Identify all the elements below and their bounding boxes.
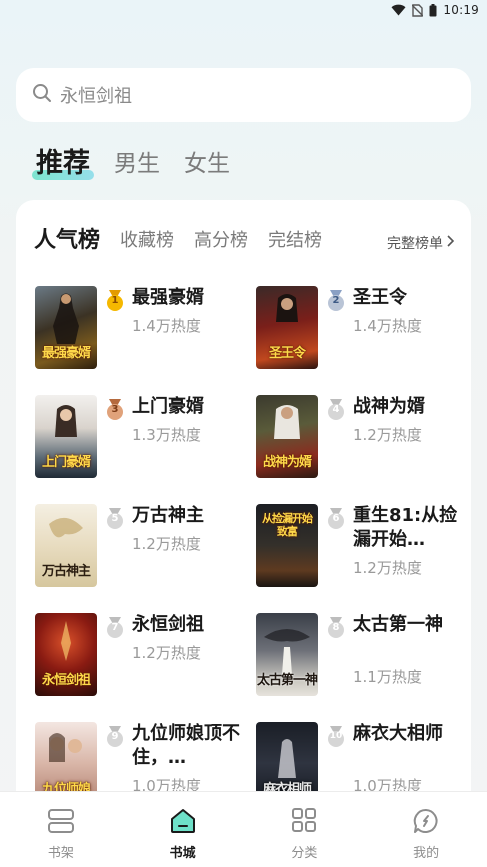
nav-bookstore[interactable]: 书城: [122, 792, 244, 867]
search-placeholder: 永恒剑祖: [60, 86, 132, 107]
rank-badge: 8: [326, 617, 346, 639]
rank-tabs: 人气榜 收藏榜 高分榜 完结榜: [34, 228, 322, 254]
search-icon: [32, 83, 60, 107]
book-cover: 太古第一神: [256, 613, 318, 696]
rank-badge: 7: [105, 617, 125, 639]
rank-badge: 4: [326, 399, 346, 421]
cover-text: 太古第一神: [256, 673, 318, 688]
battery-icon: [429, 3, 437, 17]
rank-badge-gold: 1: [105, 290, 125, 312]
tab-completed[interactable]: 完结榜: [268, 228, 322, 254]
no-sim-icon: [412, 3, 424, 17]
book-item[interactable]: 上门豪婿 3 上门豪婿 1.3万热度: [35, 395, 245, 479]
search-input[interactable]: 永恒剑祖: [16, 68, 471, 122]
rank-number: 9: [111, 731, 119, 742]
cover-text: 上门豪婿: [41, 455, 91, 470]
cover-text: 圣王令: [268, 346, 306, 361]
tab-favorites[interactable]: 收藏榜: [120, 228, 174, 254]
book-cover: 战神为婿: [256, 395, 318, 478]
nav-profile[interactable]: 我的: [365, 792, 487, 867]
bookstore-icon: [169, 808, 197, 838]
book-heat: 1.3万热度: [132, 426, 201, 444]
nav-label: 我的: [413, 846, 440, 861]
book-title: 重生81:从捡漏开始…: [353, 505, 458, 550]
book-title: 太古第一神: [353, 614, 443, 635]
book-title: 战神为婿: [353, 396, 425, 417]
rank-badge: 9: [105, 726, 125, 748]
book-cover: 上门豪婿: [35, 395, 97, 478]
rank-number: 4: [332, 404, 340, 415]
book-heat: 1.4万热度: [353, 317, 422, 335]
book-heat: 1.1万热度: [353, 668, 422, 686]
book-item[interactable]: 万古神主 5 万古神主 1.2万热度: [35, 504, 245, 588]
book-title: 麻衣大相师: [353, 723, 443, 744]
rank-number: 1: [111, 295, 119, 306]
book-item[interactable]: 从捡漏开始致富 6 重生81:从捡漏开始… 1.2万热度: [256, 504, 466, 588]
rank-number: 2: [332, 295, 340, 306]
book-item[interactable]: 太古第一神 8 太古第一神 1.1万热度: [256, 613, 466, 697]
book-title: 永恒剑祖: [132, 614, 204, 635]
full-list-label: 完整榜单: [387, 236, 443, 252]
rank-number: 7: [111, 622, 119, 633]
top-tabs: 推荐 男生 女生: [32, 148, 230, 180]
book-title: 圣王令: [353, 287, 407, 308]
nav-category[interactable]: 分类: [244, 792, 366, 867]
book-heat: 1.2万热度: [353, 559, 422, 577]
nav-bookshelf[interactable]: 书架: [0, 792, 122, 867]
tab-male[interactable]: 男生: [114, 148, 160, 180]
rank-number: 10: [329, 731, 343, 741]
book-cover: 万古神主: [35, 504, 97, 587]
book-item[interactable]: 战神为婿 4 战神为婿 1.2万热度: [256, 395, 466, 479]
nav-label: 书架: [47, 846, 74, 861]
book-item[interactable]: 圣王令 2 圣王令 1.4万热度: [256, 286, 466, 370]
rank-badge-silver: 2: [326, 290, 346, 312]
book-cover: 永恒剑祖: [35, 613, 97, 696]
book-title: 九位师娘顶不住，…: [132, 723, 240, 768]
book-cover: 从捡漏开始致富: [256, 504, 318, 587]
book-cover: 圣王令: [256, 286, 318, 369]
status-time: 10:19: [443, 3, 479, 17]
status-bar: 10:19: [0, 0, 487, 22]
nav-label: 书城: [169, 846, 196, 861]
tab-recommend[interactable]: 推荐: [32, 148, 94, 180]
nav-label: 分类: [291, 846, 318, 861]
rank-number: 6: [332, 513, 340, 524]
book-item[interactable]: 最强豪婿 1 最强豪婿 1.4万热度: [35, 286, 245, 370]
book-title: 万古神主: [132, 505, 204, 526]
book-heat: 1.2万热度: [132, 644, 201, 662]
ranking-card: 人气榜 收藏榜 高分榜 完结榜 完整榜单 最强豪婿 1 最强豪婿 1.4万热度 …: [16, 200, 471, 840]
wifi-icon: [391, 4, 406, 16]
cover-text: 战神为婿: [262, 455, 312, 470]
tab-high-score[interactable]: 高分榜: [194, 228, 248, 254]
bottom-nav: 书架 书城 分类 我的: [0, 791, 487, 867]
book-heat: 1.2万热度: [132, 535, 201, 553]
book-title: 最强豪婿: [132, 287, 204, 308]
rank-number: 3: [111, 404, 119, 415]
cover-text: 最强豪婿: [41, 346, 91, 361]
rank-number: 5: [111, 513, 119, 524]
rank-badge: 6: [326, 508, 346, 530]
cover-text: 从捡漏开始致富: [262, 512, 313, 538]
rank-badge: 10: [326, 726, 346, 748]
cover-text: 永恒剑祖: [41, 673, 91, 688]
rank-badge: 5: [105, 508, 125, 530]
bookshelf-icon: [47, 808, 75, 838]
cover-text: 万古神主: [41, 564, 91, 579]
tab-female[interactable]: 女生: [184, 148, 230, 180]
tab-popular[interactable]: 人气榜: [34, 228, 100, 254]
rank-badge-bronze: 3: [105, 399, 125, 421]
chevron-right-icon: [445, 234, 455, 252]
rank-number: 8: [332, 622, 340, 633]
book-title: 上门豪婿: [132, 396, 204, 417]
grid-icon: [290, 808, 318, 838]
status-icons: 10:19: [391, 3, 479, 17]
book-heat: 1.4万热度: [132, 317, 201, 335]
chat-bubble-icon: [412, 808, 440, 838]
book-item[interactable]: 永恒剑祖 7 永恒剑祖 1.2万热度: [35, 613, 245, 697]
book-heat: 1.2万热度: [353, 426, 422, 444]
book-cover: 最强豪婿: [35, 286, 97, 369]
full-list-link[interactable]: 完整榜单: [387, 233, 455, 253]
